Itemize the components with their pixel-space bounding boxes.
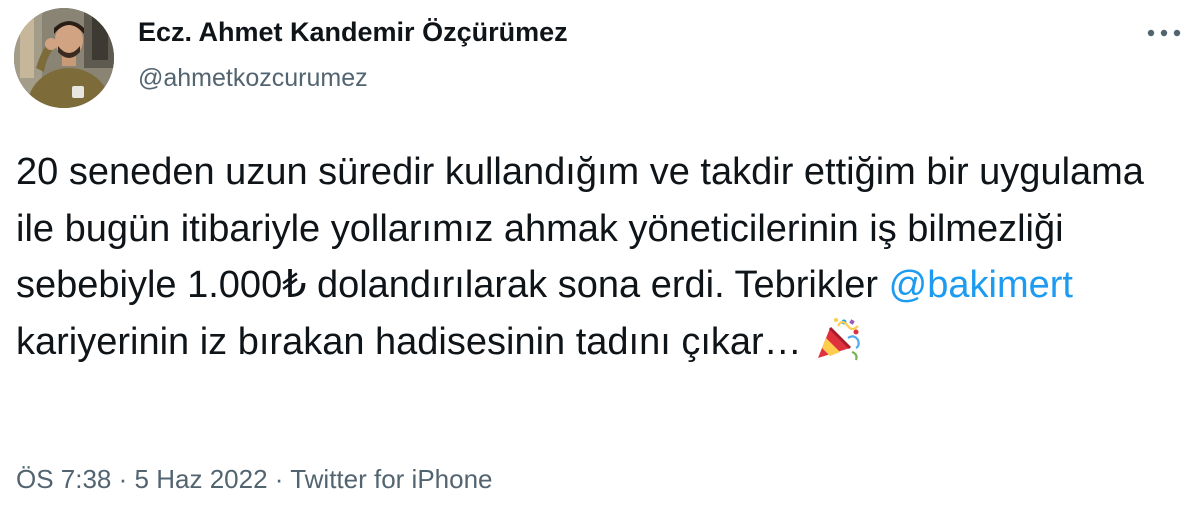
mention-link[interactable]: @bakimert (889, 264, 1073, 306)
tweet-text: 20 seneden uzun süredir kullandığım ve t… (16, 144, 1166, 378)
more-options-button[interactable] (1142, 18, 1186, 48)
avatar-photo (14, 8, 114, 108)
author-handle[interactable]: @ahmetkozcurumez (138, 64, 368, 93)
meta-separator: · (274, 464, 284, 494)
tweet-card: Ecz. Ahmet Kandemir Özçürümez @ahmetkozc… (0, 0, 1200, 522)
avatar[interactable] (14, 8, 114, 108)
party-popper-icon (814, 316, 862, 379)
tweet-text-part-2: kariyerinin iz bırakan hadisesinin tadın… (16, 320, 802, 363)
tweet-date[interactable]: 5 Haz 2022 (135, 464, 268, 494)
tweet-metadata: ÖS 7:38 · 5 Haz 2022 · Twitter for iPhon… (16, 464, 493, 495)
author-name[interactable]: Ecz. Ahmet Kandemir Özçürümez (138, 17, 568, 48)
tweet-source[interactable]: Twitter for iPhone (290, 464, 492, 494)
meta-separator: · (118, 464, 128, 494)
more-dots-icon (1147, 29, 1181, 37)
tweet-time[interactable]: ÖS 7:38 (16, 464, 111, 494)
